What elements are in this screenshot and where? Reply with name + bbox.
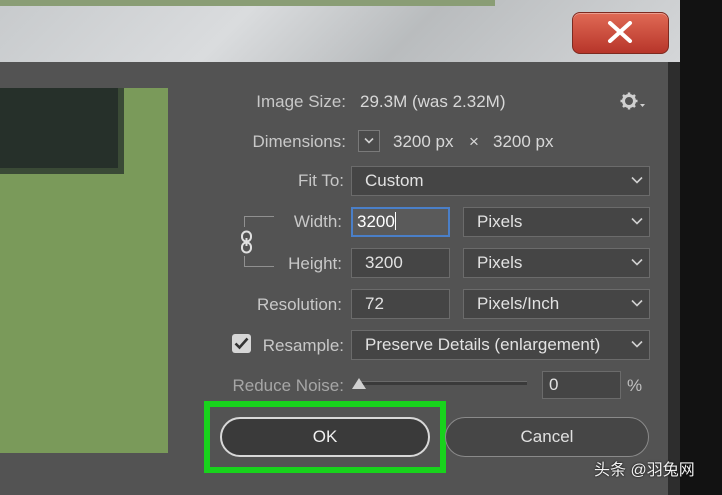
chain-link-icon[interactable]	[237, 230, 257, 254]
resolution-unit-value: Pixels/Inch	[477, 294, 560, 313]
resample-value: Preserve Details (enlargement)	[365, 335, 601, 354]
chevron-down-icon	[631, 299, 643, 307]
chevron-down-icon	[364, 137, 374, 144]
resolution-value: 72	[365, 294, 384, 313]
width-input[interactable]: 3200	[351, 207, 450, 237]
image-size-value: 29.3M (was 2.32M)	[360, 92, 506, 111]
reduce-noise-label: Reduce Noise:	[232, 376, 344, 395]
watermark-text: 头条 @羽兔网	[594, 462, 695, 479]
fit-to-value: Custom	[365, 171, 424, 190]
dimensions-width: 3200 px	[393, 132, 454, 151]
reduce-noise-unit: %	[627, 376, 643, 395]
reduce-noise-value: 0	[549, 375, 559, 394]
reduce-noise-input[interactable]: 0	[542, 371, 621, 399]
reduce-noise-slider-thumb[interactable]	[352, 378, 366, 389]
height-label: Height:	[288, 254, 342, 273]
background-area	[680, 0, 722, 495]
chevron-down-icon	[631, 217, 643, 225]
dimensions-height: 3200 px	[493, 132, 554, 151]
height-value: 3200	[365, 253, 403, 272]
reduce-noise-slider[interactable]	[357, 381, 527, 385]
screenshot-frame: Image Size: 29.3M (was 2.32M) Dimensions…	[0, 0, 722, 495]
chevron-down-icon	[631, 258, 643, 266]
fit-to-select[interactable]: Custom	[351, 166, 650, 196]
resample-label: Resample:	[262, 336, 344, 355]
height-input[interactable]: 3200	[351, 248, 450, 278]
height-unit-select[interactable]: Pixels	[463, 248, 650, 278]
width-value: 3200	[357, 212, 395, 231]
resample-select[interactable]: Preserve Details (enlargement)	[351, 330, 650, 360]
fit-to-label: Fit To:	[298, 171, 344, 190]
width-unit-value: Pixels	[477, 212, 523, 231]
dimensions-dropdown-button[interactable]	[358, 130, 380, 152]
dimensions-times: ×	[469, 132, 479, 151]
dimensions-label: Dimensions:	[252, 132, 346, 151]
resolution-label: Resolution:	[256, 295, 342, 314]
checkmark-icon	[234, 337, 249, 350]
gear-icon[interactable]	[620, 92, 646, 117]
image-size-label: Image Size:	[256, 92, 346, 111]
chevron-down-icon	[631, 340, 643, 348]
resample-checkbox[interactable]	[232, 334, 251, 353]
cancel-button[interactable]: Cancel	[445, 417, 649, 457]
ok-button[interactable]: OK	[220, 417, 430, 457]
resolution-unit-select[interactable]: Pixels/Inch	[463, 289, 650, 319]
close-x-icon	[608, 21, 632, 43]
resolution-input[interactable]: 72	[351, 289, 450, 319]
chevron-down-icon	[631, 176, 643, 184]
width-label: Width:	[293, 212, 342, 231]
width-unit-select[interactable]: Pixels	[463, 207, 650, 237]
height-unit-value: Pixels	[477, 253, 523, 272]
background-window-strip	[0, 0, 495, 6]
text-cursor	[394, 212, 396, 230]
close-button[interactable]	[572, 12, 669, 54]
dialog-edge	[668, 62, 680, 495]
image-preview-content	[0, 88, 124, 174]
